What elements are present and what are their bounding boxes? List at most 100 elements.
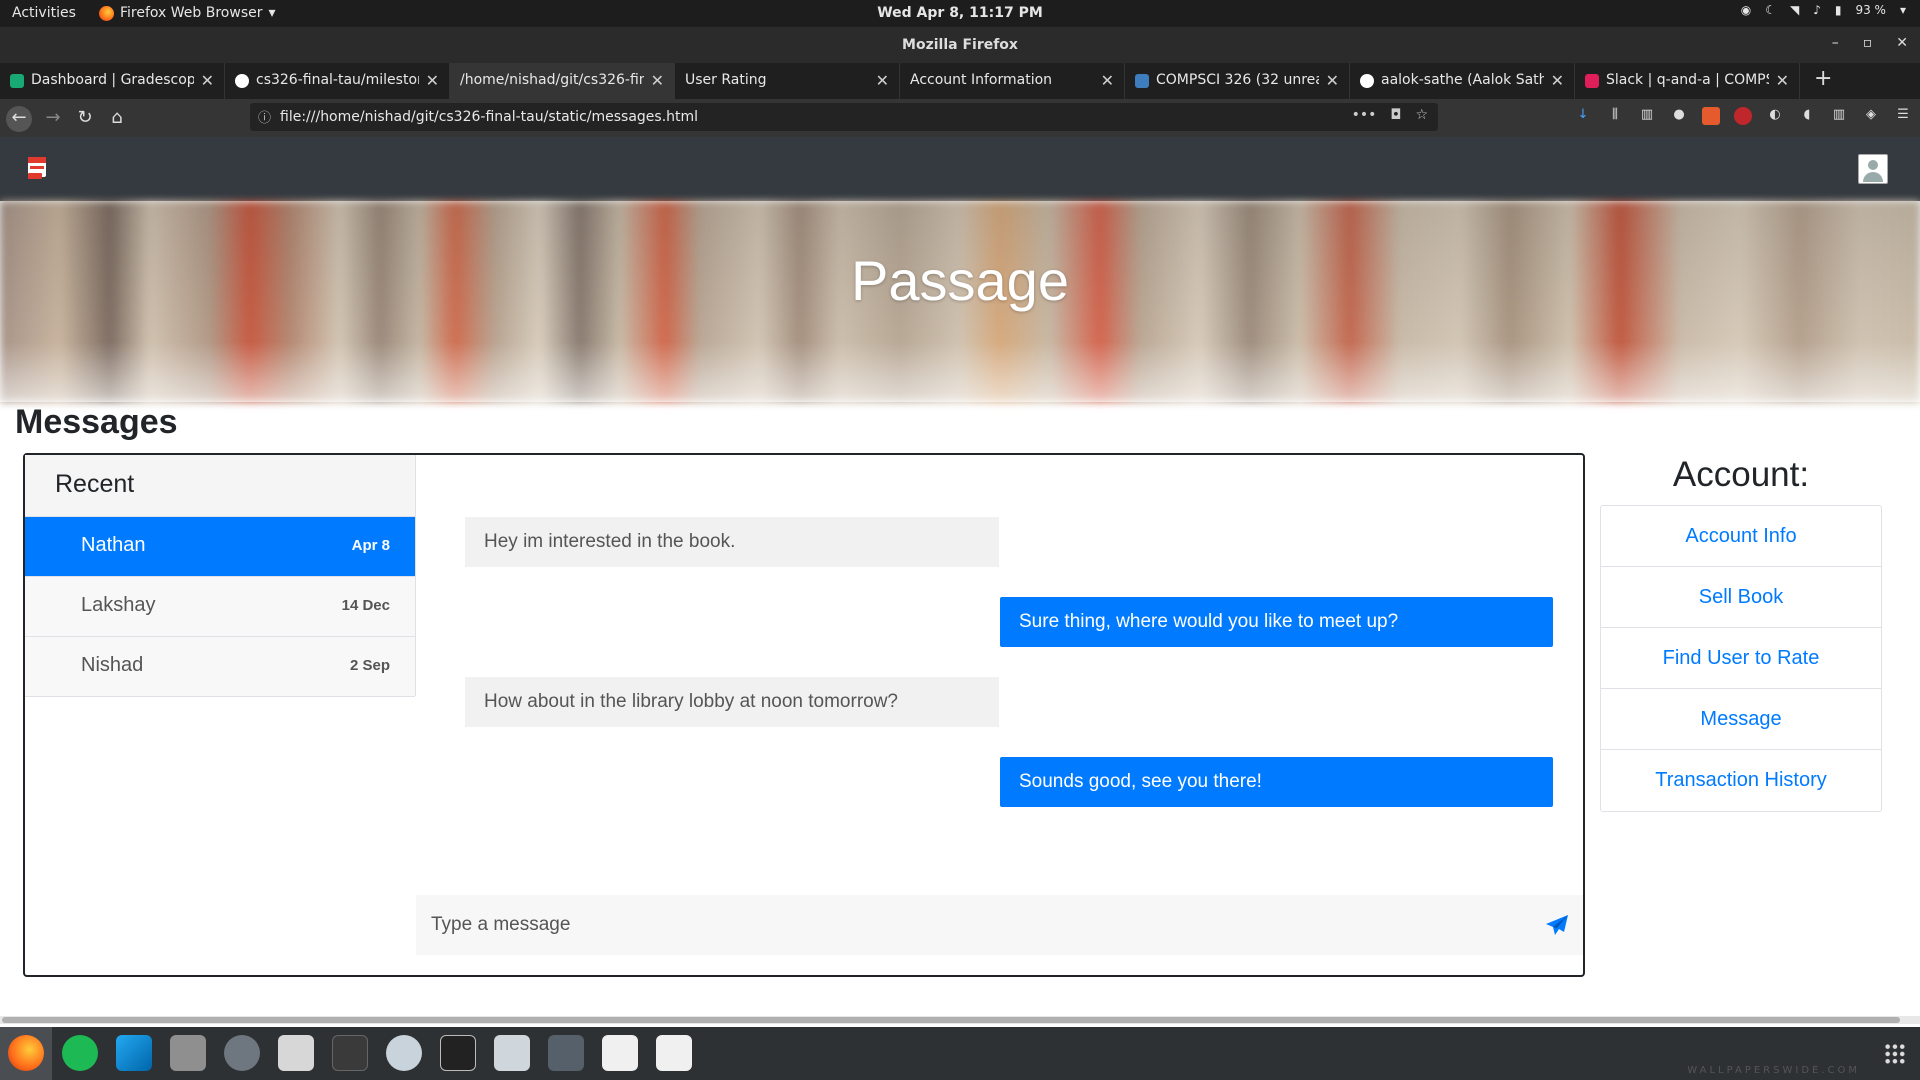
system-top-bar: Activities Firefox Web Browser ▾ Wed Apr… (0, 0, 1920, 27)
clock[interactable]: Wed Apr 8, 11:17 PM (877, 5, 1043, 21)
book-logo-icon[interactable] (26, 155, 48, 181)
account-info-link[interactable]: Account Info (1601, 506, 1881, 567)
menu-icon[interactable]: ☰ (1894, 107, 1912, 125)
reload-button[interactable]: ↻ (72, 106, 98, 132)
tab-user-rating[interactable]: User Rating ✕ (675, 63, 900, 99)
firefox-icon[interactable] (8, 1035, 44, 1071)
tab-github-aalok[interactable]: aalok-sathe (Aalok Sathe ✕ (1350, 63, 1575, 99)
contact-item-lakshay[interactable]: Lakshay 14 Dec (25, 577, 415, 637)
message-input[interactable] (416, 895, 1536, 955)
back-button[interactable]: ← (6, 106, 32, 132)
close-tab-icon[interactable]: ✕ (651, 71, 664, 90)
activities-button[interactable]: Activities (12, 5, 76, 21)
firefox-icon (99, 5, 114, 21)
sidebar-icon[interactable]: ▥ (1638, 107, 1656, 125)
battery-icon[interactable]: ▮ (1835, 3, 1842, 17)
close-tab-icon[interactable]: ✕ (1551, 71, 1564, 90)
extension-icon[interactable]: ◐ (1766, 107, 1784, 125)
spotify-icon[interactable] (62, 1035, 98, 1071)
tab-messages-file[interactable]: /home/nishad/git/cs326-fin ✕ (450, 63, 675, 99)
close-tab-icon[interactable]: ✕ (1101, 71, 1114, 90)
message-sent: Sounds good, see you there! (1000, 757, 1553, 807)
slack-icon (1585, 74, 1599, 88)
night-light-icon[interactable]: ☾ (1765, 3, 1776, 17)
close-tab-icon[interactable]: ✕ (876, 71, 889, 90)
recent-heading: Recent (25, 455, 415, 517)
wifi-icon[interactable]: ◥ (1790, 3, 1799, 17)
transaction-history-link[interactable]: Transaction History (1601, 750, 1881, 811)
extension-icon[interactable]: ◈ (1862, 107, 1880, 125)
barcode-icon[interactable]: ▥ (1830, 107, 1848, 125)
tab-github-milestone[interactable]: cs326-final-tau/mileston ✕ (225, 63, 450, 99)
contact-item-nishad[interactable]: Nishad 2 Sep (25, 637, 415, 697)
volume-icon[interactable]: ♪ (1813, 3, 1821, 17)
show-applications-icon[interactable] (1884, 1043, 1906, 1065)
chromium-icon[interactable] (386, 1035, 422, 1071)
library-icon[interactable]: ⫼ (1606, 107, 1624, 125)
scrollbar-thumb[interactable] (2, 1017, 1900, 1023)
contact-name: Nishad (81, 654, 144, 676)
contact-date: 2 Sep (349, 657, 390, 674)
page-actions-icon[interactable]: ••• (1352, 107, 1377, 123)
system-tray[interactable]: ◉ ☾ ◥ ♪ ▮ 93 % ▾ (1741, 3, 1906, 17)
message-received: Hey im interested in the book. (465, 517, 999, 567)
message-received: How about in the library lobby at noon t… (465, 677, 999, 727)
tab-label: User Rating (685, 72, 767, 88)
close-icon[interactable]: ✕ (1896, 35, 1908, 51)
downloads-icon[interactable]: ↓ (1574, 107, 1592, 125)
settings-icon[interactable] (224, 1035, 260, 1071)
pdf-editor-icon[interactable] (656, 1035, 692, 1071)
home-button[interactable]: ⌂ (104, 106, 130, 132)
extension-icon[interactable] (1702, 107, 1720, 125)
close-tab-icon[interactable]: ✕ (1326, 71, 1339, 90)
address-bar[interactable]: ⓘ file:///home/nishad/git/cs326-final-ta… (250, 103, 1438, 131)
close-tab-icon[interactable]: ✕ (201, 71, 214, 90)
toolbar-extensions: ↓ ⫼ ▥ ● ◐ ◖ ▥ ◈ ☰ (1574, 107, 1912, 125)
vscode-icon[interactable] (116, 1035, 152, 1071)
adblock-icon[interactable] (1734, 107, 1752, 125)
tab-label: COMPSCI 326 (32 unread (1156, 72, 1319, 88)
contact-item-nathan[interactable]: Nathan Apr 8 (25, 517, 415, 577)
files-icon[interactable] (170, 1035, 206, 1071)
terminal-icon[interactable] (332, 1035, 368, 1071)
account-heading: Account: (1672, 455, 1810, 494)
app-menu[interactable]: Firefox Web Browser ▾ (99, 5, 276, 21)
tab-piazza[interactable]: COMPSCI 326 (32 unread ✕ (1125, 63, 1350, 99)
site-info-icon[interactable]: ⓘ (258, 107, 271, 126)
bookmark-star-icon[interactable]: ☆ (1415, 107, 1428, 123)
record-icon[interactable]: ◉ (1741, 3, 1751, 17)
browser-toolbar: ← → ↻ ⌂ ⓘ file:///home/nishad/git/cs326-… (0, 99, 1920, 137)
tab-account-information[interactable]: Account Information ✕ (900, 63, 1125, 99)
send-icon[interactable] (1545, 914, 1569, 936)
system-tools-icon[interactable] (278, 1035, 314, 1071)
account-icon[interactable]: ● (1670, 107, 1688, 125)
contact-name: Nathan (81, 534, 146, 556)
close-tab-icon[interactable]: ✕ (426, 71, 439, 90)
screenshot-icon[interactable] (548, 1035, 584, 1071)
pocket-icon[interactable]: ◘ (1390, 107, 1401, 123)
account-menu: Account Info Sell Book Find User to Rate… (1600, 505, 1882, 812)
minimize-icon[interactable]: – (1832, 35, 1839, 51)
system-monitor-icon[interactable] (440, 1035, 476, 1071)
url-text[interactable]: file:///home/nishad/git/cs326-final-tau/… (280, 109, 698, 125)
tab-label: /home/nishad/git/cs326-fin (460, 72, 644, 88)
user-avatar[interactable] (1858, 154, 1888, 184)
message-link[interactable]: Message (1601, 689, 1881, 750)
tab-slack[interactable]: Slack | q-and-a | COMPSC ✕ (1575, 63, 1800, 99)
recent-contacts-panel: Recent Nathan Apr 8 Lakshay 14 Dec Nisha… (25, 455, 416, 697)
chevron-down-icon[interactable]: ▾ (1900, 3, 1906, 17)
tab-strip: Dashboard | Gradescope ✕ cs326-final-tau… (0, 63, 1920, 99)
sell-book-link[interactable]: Sell Book (1601, 567, 1881, 628)
document-viewer-icon[interactable] (602, 1035, 638, 1071)
message-sent: Sure thing, where would you like to meet… (1000, 597, 1553, 647)
new-tab-button[interactable]: + (1800, 63, 1846, 99)
tab-gradescope[interactable]: Dashboard | Gradescope ✕ (0, 63, 225, 99)
find-user-to-rate-link[interactable]: Find User to Rate (1601, 628, 1881, 689)
gradescope-icon (10, 74, 24, 88)
forward-button[interactable]: → (40, 106, 66, 132)
horizontal-scrollbar[interactable] (0, 1016, 1920, 1024)
software-updater-icon[interactable] (494, 1035, 530, 1071)
extension-icon[interactable]: ◖ (1798, 107, 1816, 125)
close-tab-icon[interactable]: ✕ (1776, 71, 1789, 90)
maximize-icon[interactable]: ▫ (1863, 35, 1873, 51)
